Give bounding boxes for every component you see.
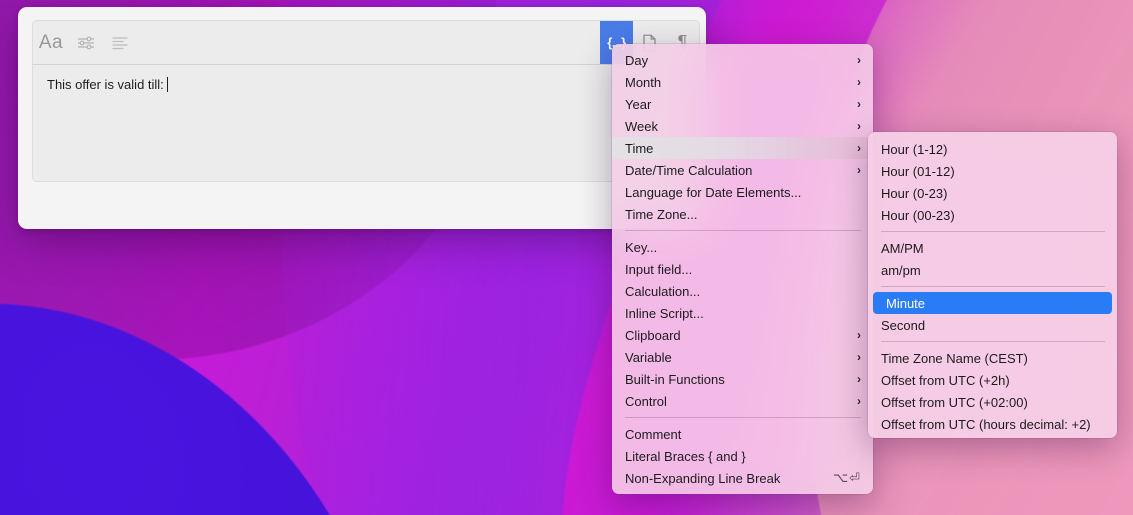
menu-item-label: Comment: [625, 427, 861, 442]
chevron-right-icon: ›: [857, 164, 861, 176]
menu-item-label: Control: [625, 394, 845, 409]
menu-item-label: Week: [625, 119, 845, 134]
menu-item-label: Date/Time Calculation: [625, 163, 845, 178]
menu-item-label: Offset from UTC (hours decimal: +2): [881, 417, 1105, 432]
menu-item-control[interactable]: Control ›: [612, 390, 873, 412]
menu-item-year[interactable]: Year ›: [612, 93, 873, 115]
menu-item-label: Year: [625, 97, 845, 112]
menu-item-label: Calculation...: [625, 284, 861, 299]
menu-item-label: Hour (0-23): [881, 186, 1105, 201]
menu-item-label: Language for Date Elements...: [625, 185, 861, 200]
text-align-icon[interactable]: [103, 21, 137, 64]
menu-separator: [881, 286, 1105, 287]
menu-item-label: Offset from UTC (+2h): [881, 373, 1105, 388]
chevron-right-icon: ›: [857, 54, 861, 66]
chevron-right-icon: ›: [857, 373, 861, 385]
chevron-right-icon: ›: [857, 329, 861, 341]
menu-item-label: Second: [881, 318, 1105, 333]
text-caret: [167, 77, 168, 92]
placeholder-context-menu: Day›Month›Year›Week›Time›Date/Time Calcu…: [612, 44, 873, 494]
menu-separator: [625, 230, 861, 231]
chevron-right-icon: ›: [857, 98, 861, 110]
menu-item-label: Input field...: [625, 262, 861, 277]
menu-item-label: Non-Expanding Line Break: [625, 471, 833, 486]
font-button[interactable]: Aa: [33, 21, 69, 64]
menu-item-am-pm[interactable]: am/pm: [868, 259, 1117, 281]
editor-toolbar: Aa {...}: [32, 20, 700, 65]
menu-item-label: Time: [625, 141, 845, 156]
menu-item-hour-00-23[interactable]: Hour (00-23): [868, 204, 1117, 226]
menu-separator: [625, 417, 861, 418]
menu-item-offset-from-utc-hours-decimal-2[interactable]: Offset from UTC (hours decimal: +2): [868, 413, 1117, 435]
menu-item-am-pm[interactable]: AM/PM: [868, 237, 1117, 259]
menu-item-hour-0-23[interactable]: Hour (0-23): [868, 182, 1117, 204]
message-text-area[interactable]: This offer is valid till:: [32, 65, 700, 182]
chevron-right-icon: ›: [857, 395, 861, 407]
chevron-right-icon: ›: [857, 76, 861, 88]
menu-item-shortcut: ⌥⏎: [833, 470, 861, 486]
menu-item-label: Time Zone Name (CEST): [881, 351, 1105, 366]
menu-item-built-in-functions[interactable]: Built-in Functions ›: [612, 368, 873, 390]
menu-item-day[interactable]: Day ›: [612, 49, 873, 71]
message-text: This offer is valid till:: [47, 77, 164, 92]
menu-item-minute[interactable]: Minute: [873, 292, 1112, 314]
menu-item-time-zone[interactable]: Time Zone...: [612, 203, 873, 225]
menu-separator: [881, 231, 1105, 232]
menu-item-offset-from-utc-02-00[interactable]: Offset from UTC (+02:00): [868, 391, 1117, 413]
menu-item-label: Hour (01-12): [881, 164, 1105, 179]
menu-item-label: Inline Script...: [625, 306, 861, 321]
menu-separator: [881, 341, 1105, 342]
menu-item-time[interactable]: Time ›: [612, 137, 873, 159]
menu-item-hour-01-12[interactable]: Hour (01-12): [868, 160, 1117, 182]
text-line: This offer is valid till:: [47, 77, 685, 92]
menu-item-time-zone-name-cest[interactable]: Time Zone Name (CEST): [868, 347, 1117, 369]
menu-item-clipboard[interactable]: Clipboard ›: [612, 324, 873, 346]
menu-item-label: Key...: [625, 240, 861, 255]
menu-item-label: am/pm: [881, 263, 1105, 278]
menu-item-date-time-calculation[interactable]: Date/Time Calculation ›: [612, 159, 873, 181]
menu-item-label: Hour (1-12): [881, 142, 1105, 157]
menu-item-key[interactable]: Key...: [612, 236, 873, 258]
menu-item-label: Day: [625, 53, 845, 68]
menu-item-hour-1-12[interactable]: Hour (1-12): [868, 138, 1117, 160]
menu-item-comment[interactable]: Comment: [612, 423, 873, 445]
menu-item-variable[interactable]: Variable ›: [612, 346, 873, 368]
menu-item-literal-braces-and[interactable]: Literal Braces { and }: [612, 445, 873, 467]
text-editor-window: Aa {...}: [18, 7, 706, 229]
sliders-icon[interactable]: [69, 21, 103, 64]
menu-item-non-expanding-line-break[interactable]: Non-Expanding Line Break⌥⏎: [612, 467, 873, 489]
menu-item-label: Literal Braces { and }: [625, 449, 861, 464]
menu-item-label: Minute: [886, 296, 1100, 311]
menu-item-input-field[interactable]: Input field...: [612, 258, 873, 280]
menu-item-label: AM/PM: [881, 241, 1105, 256]
submenu-items-container: Hour (1-12) Hour (01-12) Hour (0-23) Hour (…: [868, 138, 1117, 435]
menu-item-label: Month: [625, 75, 845, 90]
chevron-right-icon: ›: [857, 351, 861, 363]
menu-item-label: Hour (00-23): [881, 208, 1105, 223]
menu-item-label: Time Zone...: [625, 207, 861, 222]
menu-item-offset-from-utc-2h[interactable]: Offset from UTC (+2h): [868, 369, 1117, 391]
menu-item-label: Built-in Functions: [625, 372, 845, 387]
menu-item-language-for-date-elements[interactable]: Language for Date Elements...: [612, 181, 873, 203]
menu-item-calculation[interactable]: Calculation...: [612, 280, 873, 302]
time-submenu: Hour (1-12) Hour (01-12) Hour (0-23) Hour (…: [868, 132, 1117, 438]
menu-item-label: Variable: [625, 350, 845, 365]
menu-item-inline-script[interactable]: Inline Script...: [612, 302, 873, 324]
menu-items-container: Day›Month›Year›Week›Time›Date/Time Calcu…: [612, 49, 873, 489]
menu-item-month[interactable]: Month ›: [612, 71, 873, 93]
menu-item-label: Clipboard: [625, 328, 845, 343]
chevron-right-icon: ›: [857, 142, 861, 154]
menu-item-label: Offset from UTC (+02:00): [881, 395, 1105, 410]
chevron-right-icon: ›: [857, 120, 861, 132]
menu-item-second[interactable]: Second: [868, 314, 1117, 336]
menu-item-week[interactable]: Week ›: [612, 115, 873, 137]
